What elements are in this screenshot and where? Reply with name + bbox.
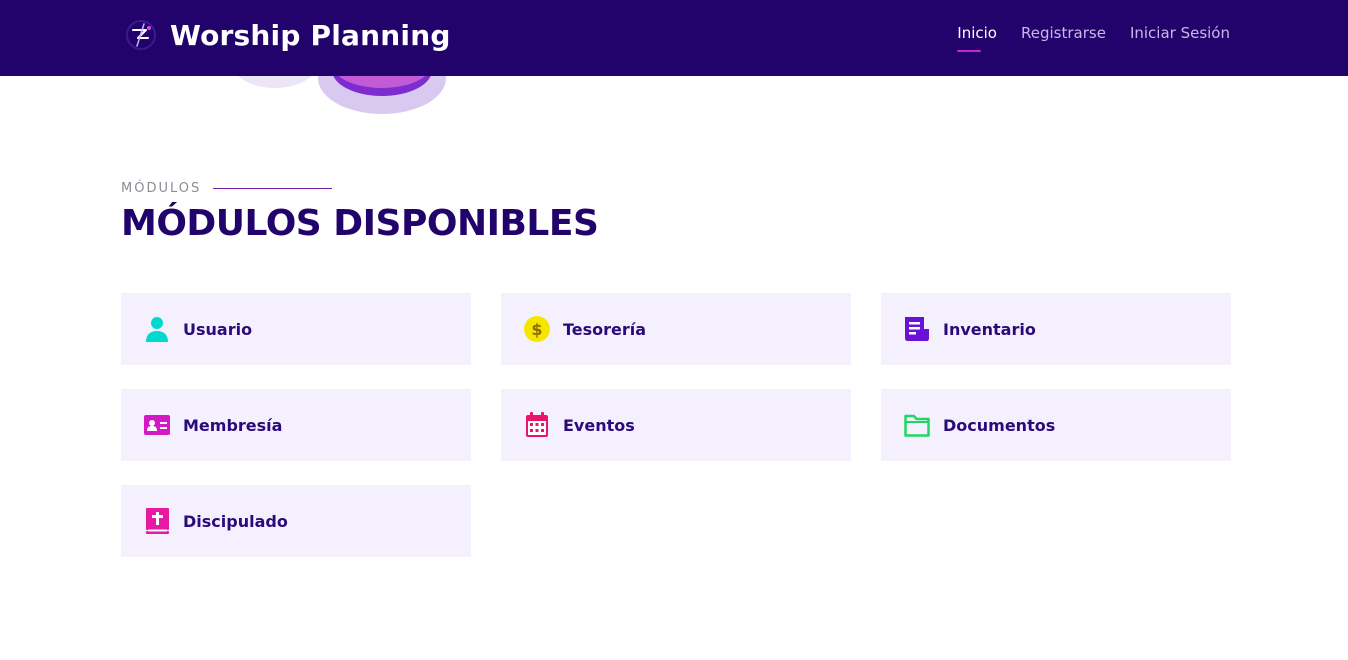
page: Worship Planning Inicio Registrarse Inic… [0, 0, 1348, 660]
nav-links: Inicio Registrarse Iniciar Sesión [957, 24, 1230, 52]
module-label: Usuario [183, 319, 253, 339]
module-card-membresia[interactable]: Membresía [121, 389, 471, 461]
nav-link-iniciar-sesion[interactable]: Iniciar Sesión [1130, 24, 1230, 52]
section-eyebrow: MÓDULOS [121, 181, 202, 196]
nav-link-inicio[interactable]: Inicio [957, 24, 997, 52]
receipt-icon [903, 315, 931, 343]
module-card-eventos[interactable]: Eventos [501, 389, 851, 461]
dollar-coin-icon: $ [523, 315, 551, 343]
top-navbar: Worship Planning Inicio Registrarse Inic… [0, 0, 1348, 76]
section-eyebrow-row: MÓDULOS [121, 181, 333, 196]
module-label: Tesorería [563, 319, 647, 339]
module-label: Documentos [943, 415, 1056, 435]
module-card-documentos[interactable]: Documentos [881, 389, 1231, 461]
calendar-icon [523, 411, 551, 439]
section-title: MÓDULOS DISPONIBLES [121, 203, 599, 244]
module-label: Inventario [943, 319, 1036, 339]
bible-icon [143, 507, 171, 535]
svg-text:$: $ [531, 320, 542, 339]
module-card-discipulado[interactable]: Discipulado [121, 485, 471, 557]
user-icon [143, 315, 171, 343]
module-label: Discipulado [183, 511, 288, 531]
module-card-usuario[interactable]: Usuario [121, 293, 471, 365]
module-label: Eventos [563, 415, 635, 435]
module-label: Membresía [183, 415, 283, 435]
brand[interactable]: Worship Planning [124, 14, 451, 56]
section-eyebrow-divider [213, 188, 333, 189]
folder-icon [903, 411, 931, 439]
nav-link-registrarse[interactable]: Registrarse [1021, 24, 1106, 52]
module-card-tesoreria[interactable]: $ Tesorería [501, 293, 851, 365]
module-card-inventario[interactable]: Inventario [881, 293, 1231, 365]
brand-name: Worship Planning [170, 18, 451, 52]
brand-logo-icon [126, 20, 156, 50]
id-card-icon [143, 411, 171, 439]
